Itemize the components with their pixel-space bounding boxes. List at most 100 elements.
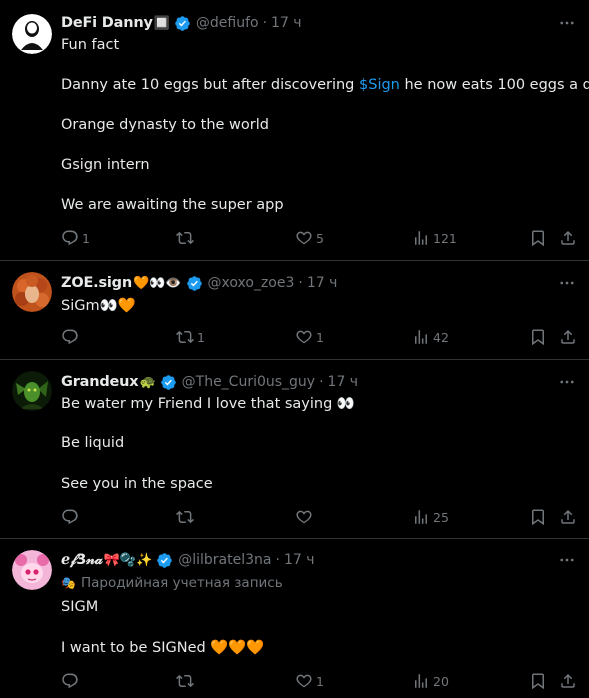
tweet[interactable]: DeFi Danny 🔲 @defiufo · 17 ч Fun fact Da… <box>0 0 589 260</box>
retweet-button[interactable] <box>176 228 197 248</box>
share-button[interactable] <box>559 671 577 691</box>
tweet[interactable]: Grandeux 🐢 @The_Curi0us_guy · 17 ч Be wa… <box>0 360 589 538</box>
reply-icon <box>61 672 79 690</box>
share-button[interactable] <box>559 327 577 347</box>
tweet-actions: 1 1 42 <box>61 327 577 347</box>
name-emoji: 🎀🫧✨ <box>103 552 153 568</box>
avatar[interactable] <box>12 272 52 312</box>
tweet-actions: 1 5 121 <box>61 228 577 248</box>
more-horizontal-icon[interactable] <box>557 550 577 570</box>
heart-icon <box>295 328 313 346</box>
retweet-icon <box>176 672 194 690</box>
retweet-button[interactable]: 1 <box>176 327 205 347</box>
separator-dot: · <box>262 15 268 31</box>
retweet-button[interactable] <box>176 671 197 691</box>
tweet[interactable]: ℯ𝒻3𝓃𝒶 🎀🫧✨ @lilbratel3na · 17 ч 🎭 Пародий… <box>0 539 589 698</box>
reply-button[interactable]: 1 <box>61 228 90 248</box>
verified-badge-icon <box>156 552 173 569</box>
tweet[interactable]: ZOE.sign 🧡👀👁️ @xoxo_zoe3 · 17 ч SiGm👀🧡 1 <box>0 261 589 359</box>
reply-button[interactable] <box>61 671 82 691</box>
avatar[interactable] <box>12 371 52 411</box>
tweet-text-segment: he now eats 100 eggs a day <box>399 77 589 93</box>
bookmark-button[interactable] <box>529 507 547 527</box>
like-button[interactable]: 5 <box>295 228 324 248</box>
tweet-text-line: Danny ate 10 eggs but after discovering … <box>61 75 589 95</box>
like-button[interactable]: 1 <box>295 327 324 347</box>
reply-icon <box>61 229 79 247</box>
retweet-count: 1 <box>197 329 205 345</box>
tweet-text-line: Be liquid <box>61 435 125 451</box>
bookmark-button[interactable] <box>529 671 547 691</box>
timestamp[interactable]: 17 ч <box>307 275 338 291</box>
timestamp[interactable]: 17 ч <box>271 15 302 31</box>
heart-icon <box>295 508 313 526</box>
timestamp[interactable]: 17 ч <box>328 374 359 390</box>
parody-account-label: 🎭 Пародийная учетная запись <box>61 575 283 591</box>
tweet-text-line: SiGm👀🧡 <box>61 298 136 314</box>
reply-count: 1 <box>82 230 90 246</box>
share-icon <box>559 672 577 690</box>
more-horizontal-icon[interactable] <box>557 13 577 33</box>
user-handle[interactable]: @The_Curi0us_guy <box>182 374 315 390</box>
views-count: 25 <box>433 509 449 525</box>
user-handle[interactable]: @lilbratel3na <box>178 552 271 568</box>
like-button[interactable]: 1 <box>295 671 324 691</box>
name-emoji: 🧡👀👁️ <box>132 275 182 291</box>
more-horizontal-icon[interactable] <box>557 372 577 392</box>
views-button[interactable]: 20 <box>412 671 449 691</box>
avatar[interactable] <box>12 14 52 54</box>
reply-icon <box>61 328 79 346</box>
views-button[interactable]: 25 <box>412 507 449 527</box>
display-name[interactable]: DeFi Danny <box>61 15 153 31</box>
views-button[interactable]: 121 <box>412 228 457 248</box>
display-name[interactable]: ZOE.sign <box>61 275 132 291</box>
tweet-text-line: SIGM <box>61 599 99 615</box>
tweet-actions: 25 <box>61 507 577 527</box>
share-icon <box>559 508 577 526</box>
tweet-text-line: Orange dynasty to the world <box>61 117 269 133</box>
avatar[interactable] <box>12 550 52 590</box>
tweet-text-line: We are awaiting the super app <box>61 197 284 213</box>
views-icon <box>412 672 430 690</box>
reply-button[interactable] <box>61 507 82 527</box>
timestamp[interactable]: 17 ч <box>284 552 315 568</box>
user-handle[interactable]: @xoxo_zoe3 <box>208 275 295 291</box>
views-count: 20 <box>433 673 449 689</box>
share-icon <box>559 229 577 247</box>
views-button[interactable]: 42 <box>412 327 449 347</box>
verified-badge-icon <box>174 15 191 32</box>
tweet-header: DeFi Danny 🔲 @defiufo · 17 ч <box>61 13 529 33</box>
user-handle[interactable]: @defiufo <box>196 15 259 31</box>
verified-badge-icon <box>160 374 177 391</box>
more-horizontal-icon[interactable] <box>557 273 577 293</box>
tweet-header: ℯ𝒻3𝓃𝒶 🎀🫧✨ @lilbratel3na · 17 ч <box>61 550 529 570</box>
parody-label-text: Пародийная учетная запись <box>80 575 283 591</box>
tweet-text-line: Fun fact <box>61 37 120 53</box>
share-button[interactable] <box>559 228 577 248</box>
heart-icon <box>295 672 313 690</box>
tweet-text-line: Be water my Friend I love that saying 👀 <box>61 396 355 412</box>
like-button[interactable] <box>295 507 316 527</box>
display-name[interactable]: ℯ𝒻3𝓃𝒶 <box>61 552 103 568</box>
cashtag-link[interactable]: $Sign <box>359 77 400 93</box>
share-button[interactable] <box>559 507 577 527</box>
tweet-text-line: I want to be SIGNed 🧡🧡🧡 <box>61 640 265 656</box>
bookmark-button[interactable] <box>529 327 547 347</box>
bookmark-icon <box>529 229 547 247</box>
retweet-icon <box>176 328 194 346</box>
reply-button[interactable] <box>61 327 82 347</box>
retweet-button[interactable] <box>176 507 197 527</box>
tweet-header: ZOE.sign 🧡👀👁️ @xoxo_zoe3 · 17 ч <box>61 273 529 293</box>
share-icon <box>559 328 577 346</box>
views-icon <box>412 508 430 526</box>
views-icon <box>412 328 430 346</box>
bookmark-button[interactable] <box>529 228 547 248</box>
retweet-icon <box>176 229 194 247</box>
heart-icon <box>295 229 313 247</box>
tweet-actions: 1 20 <box>61 671 577 691</box>
separator-dot: · <box>298 275 303 291</box>
like-count: 5 <box>316 230 324 246</box>
display-name[interactable]: Grandeux <box>61 374 139 390</box>
separator-dot: · <box>275 552 280 568</box>
bookmark-icon <box>529 508 547 526</box>
